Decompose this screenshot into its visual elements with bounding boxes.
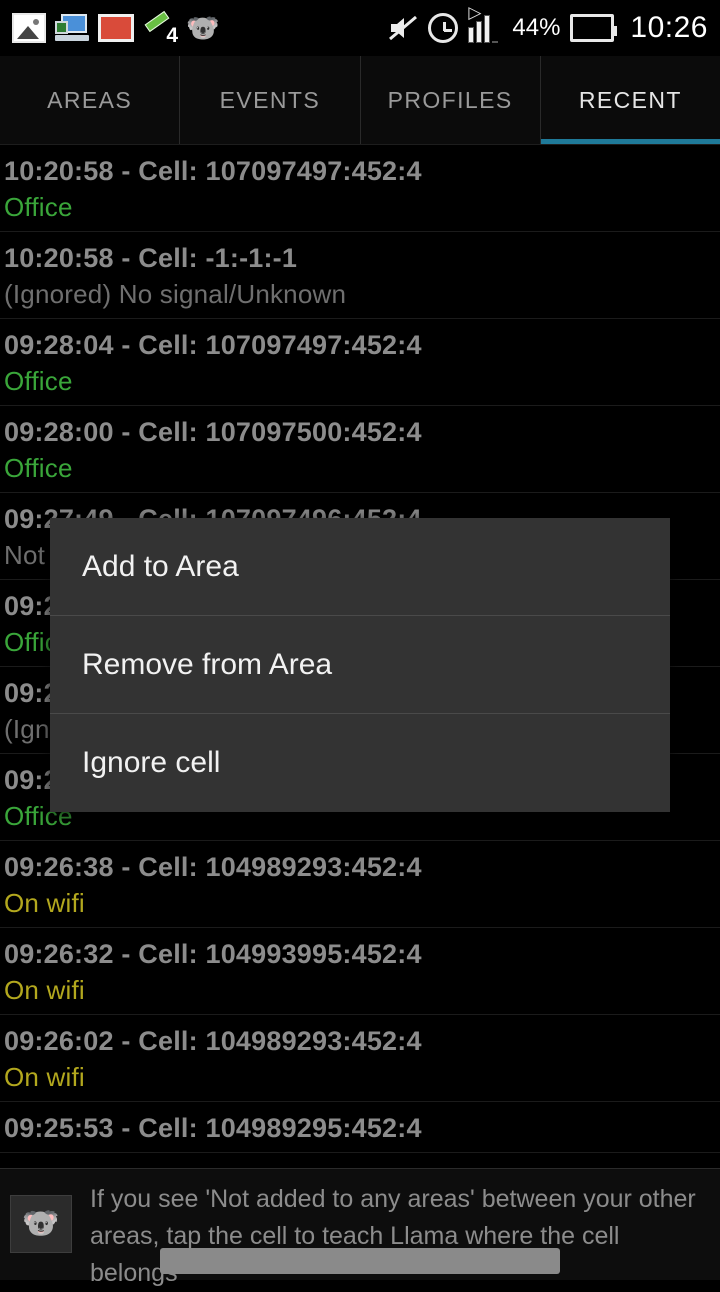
tab-areas-underline [0,139,179,144]
list-item[interactable]: 10:20:58 - Cell: 107097497:452:4 Office [0,145,720,232]
list-item-title: 10:20:58 - Cell: 107097497:452:4 [4,156,422,186]
menu-item-ignore-cell-label: Ignore cell [82,746,221,779]
list-item[interactable]: 09:25:53 - Cell: 104989295:452:4 [0,1102,720,1153]
list-item-subtitle: On wifi [4,975,85,1005]
tab-events-underline [180,139,359,144]
menu-item-remove-from-area-label: Remove from Area [82,647,333,681]
tab-bar: AREAS EVENTS PROFILES RECENT [0,56,720,145]
tab-recent-label: RECENT [578,86,682,113]
list-item-title: 09:25:53 - Cell: 104989295:452:4 [4,1113,422,1143]
list-item-subtitle: Office [4,453,73,483]
list-item[interactable]: 09:28:04 - Cell: 107097497:452:4 Office [0,319,720,406]
menu-item-ignore-cell[interactable]: Ignore cell [50,714,670,812]
monitor-icon [98,14,134,42]
list-item-subtitle: (Ignored) No signal/Unknown [4,279,347,309]
list-item-title: 09:26:32 - Cell: 104993995:452:4 [4,939,422,969]
alarm-icon [428,13,459,43]
list-item[interactable]: 09:26:32 - Cell: 104993995:452:4 On wifi [0,928,720,1015]
list-item[interactable]: 09:28:00 - Cell: 107097500:452:4 Office [0,406,720,493]
list-item-subtitle: Office [4,192,73,222]
tab-events-label: EVENTS [219,86,321,113]
laptop-icon [55,13,89,43]
list-item-title: 09:28:00 - Cell: 107097500:452:4 [4,417,422,447]
tab-profiles-underline [361,139,540,144]
menu-item-remove-from-area[interactable]: Remove from Area [50,616,670,714]
mute-icon [388,14,418,42]
list-item[interactable]: 09:26:02 - Cell: 104989293:452:4 On wifi [0,1015,720,1102]
list-item-title: 09:26:02 - Cell: 104989293:452:4 [4,1026,422,1056]
list-item-subtitle: On wifi [4,1062,85,1092]
status-bar-left-icons: 4 🐨 [12,10,220,47]
menu-item-add-to-area-label: Add to Area [82,549,239,583]
hint-text: If you see 'Not added to any areas' betw… [90,1185,696,1287]
status-bar-clock: 10:26 [630,11,708,44]
tab-events[interactable]: EVENTS [180,56,361,144]
tab-recent-underline [540,139,720,144]
status-bar: 4 🐨 ▷ 44% 10:26 [0,0,720,56]
battery-percent-label: 44% [512,14,561,41]
pencil-badge-count: 4 [166,24,178,47]
list-item[interactable]: 10:20:58 - Cell: -1:-1:-1 (Ignored) No s… [0,232,720,319]
list-item-subtitle: On wifi [4,888,85,918]
context-menu: Add to Area Remove from Area Ignore cell [50,518,670,812]
tab-areas-label: AREAS [47,86,133,113]
tab-profiles-label: PROFILES [387,86,513,113]
list-item-title: 10:20:58 - Cell: -1:-1:-1 [4,243,298,273]
llama-icon: 🐨 [186,13,220,43]
photo-icon [12,13,46,43]
signal-icon: ▷ [468,3,502,43]
menu-item-add-to-area[interactable]: Add to Area [50,518,670,616]
list-item-subtitle: Office [4,366,73,396]
list-item-title: 09:26:38 - Cell: 104989293:452:4 [4,852,422,882]
list-item[interactable]: 09:26:38 - Cell: 104989293:452:4 On wifi [0,841,720,928]
tab-profiles[interactable]: PROFILES [361,56,541,144]
pencil-icon: 4 [143,10,178,47]
tab-recent[interactable]: RECENT [540,56,720,144]
status-bar-right-icons: ▷ 44% 10:26 [388,3,708,45]
scroll-handle[interactable] [160,1248,560,1274]
cursor-icon: ▷ [468,3,482,22]
list-item-title: 09:28:04 - Cell: 107097497:452:4 [4,330,422,360]
tab-areas[interactable]: AREAS [0,56,181,144]
battery-icon [570,14,618,42]
llama-icon: 🐨 [10,1195,72,1253]
